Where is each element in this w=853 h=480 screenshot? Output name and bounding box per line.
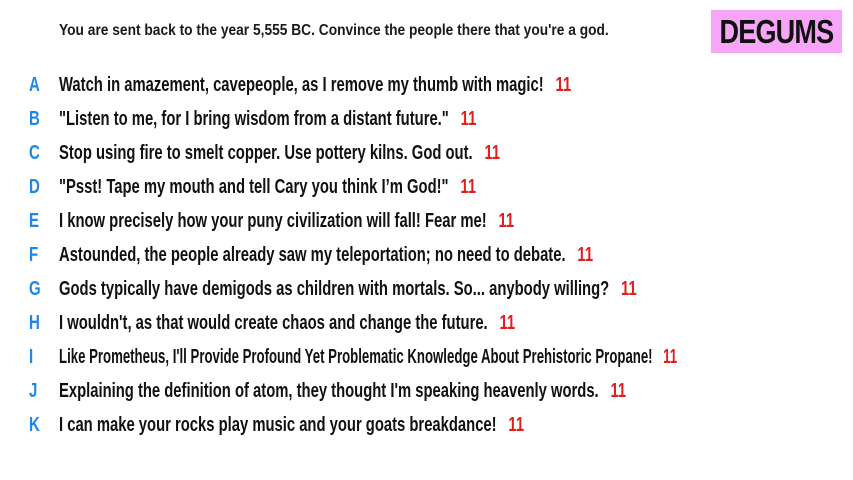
- answer-text: I wouldn't, as that would create chaos a…: [59, 312, 488, 334]
- answer-letter: D: [29, 176, 40, 198]
- answer-text: Watch in amazement, cavepeople, as I rem…: [59, 74, 544, 96]
- answer-letter: C: [29, 142, 40, 164]
- answer-text: I know precisely how your puny civilizat…: [59, 210, 487, 232]
- answer-row-g[interactable]: G Gods typically have demigods as childr…: [0, 274, 853, 304]
- answer-score: 11: [498, 210, 515, 232]
- logo-text: DEGUMS: [719, 12, 835, 50]
- answer-line: I wouldn't, as that would create chaos a…: [59, 312, 515, 335]
- answer-text: I can make your rocks play music and you…: [59, 414, 497, 436]
- answer-row-i[interactable]: I Like Prometheus, I'll Provide Profound…: [0, 342, 853, 372]
- answer-score: 11: [499, 312, 516, 334]
- answer-text: Stop using fire to smelt copper. Use pot…: [59, 142, 473, 164]
- answer-letter: E: [29, 210, 40, 232]
- degums-logo: DEGUMS: [711, 10, 842, 53]
- answer-text: "Listen to me, for I bring wisdom from a…: [59, 108, 449, 130]
- answer-line: I know precisely how your puny civilizat…: [59, 210, 514, 233]
- answer-text: Astounded, the people already saw my tel…: [59, 244, 566, 266]
- answer-score: 11: [621, 278, 637, 300]
- answer-score: 11: [484, 142, 501, 164]
- answer-line: Astounded, the people already saw my tel…: [59, 244, 593, 267]
- answer-score: 11: [610, 380, 627, 402]
- answer-line: Gods typically have demigods as children…: [59, 278, 637, 301]
- answer-letter: F: [29, 244, 39, 266]
- answer-score: 11: [577, 244, 594, 266]
- answer-letter: K: [29, 414, 40, 436]
- answer-line: Explaining the definition of atom, they …: [59, 380, 626, 403]
- answer-letter: A: [29, 74, 40, 96]
- answer-row-b[interactable]: B "Listen to me, for I bring wisdom from…: [0, 104, 853, 134]
- answer-line: I can make your rocks play music and you…: [59, 414, 524, 437]
- answer-row-f[interactable]: F Astounded, the people already saw my t…: [0, 240, 853, 270]
- answer-letter: H: [29, 312, 40, 334]
- answer-score: 11: [508, 414, 525, 436]
- answer-text: Explaining the definition of atom, they …: [59, 380, 599, 402]
- answer-letter: J: [29, 380, 38, 402]
- answer-line: "Psst! Tape my mouth and tell Cary you t…: [59, 176, 476, 199]
- answer-row-k[interactable]: K I can make your rocks play music and y…: [0, 410, 853, 440]
- answer-score: 11: [460, 176, 477, 198]
- answer-line: Like Prometheus, I'll Provide Profound Y…: [59, 346, 677, 369]
- answer-row-c[interactable]: C Stop using fire to smelt copper. Use p…: [0, 138, 853, 168]
- answer-letter: B: [29, 108, 40, 130]
- answer-line: Watch in amazement, cavepeople, as I rem…: [59, 74, 571, 97]
- answer-row-d[interactable]: D "Psst! Tape my mouth and tell Cary you…: [0, 172, 853, 202]
- answer-row-h[interactable]: H I wouldn't, as that would create chaos…: [0, 308, 853, 338]
- answer-score: 11: [663, 346, 678, 368]
- answer-score: 11: [555, 74, 572, 96]
- answer-line: "Listen to me, for I bring wisdom from a…: [59, 108, 476, 131]
- question-prompt: You are sent back to the year 5,555 BC. …: [59, 22, 609, 39]
- answer-text: Gods typically have demigods as children…: [59, 278, 610, 300]
- answer-row-j[interactable]: J Explaining the definition of atom, the…: [0, 376, 853, 406]
- answer-text: Like Prometheus, I'll Provide Profound Y…: [59, 346, 653, 368]
- answer-score: 11: [460, 108, 477, 130]
- answer-line: Stop using fire to smelt copper. Use pot…: [59, 142, 500, 165]
- answer-row-e[interactable]: E I know precisely how your puny civiliz…: [0, 206, 853, 236]
- answer-row-a[interactable]: A Watch in amazement, cavepeople, as I r…: [0, 70, 853, 100]
- answer-letter: G: [29, 278, 41, 300]
- answer-text: "Psst! Tape my mouth and tell Cary you t…: [59, 176, 449, 198]
- answer-letter: I: [29, 346, 34, 368]
